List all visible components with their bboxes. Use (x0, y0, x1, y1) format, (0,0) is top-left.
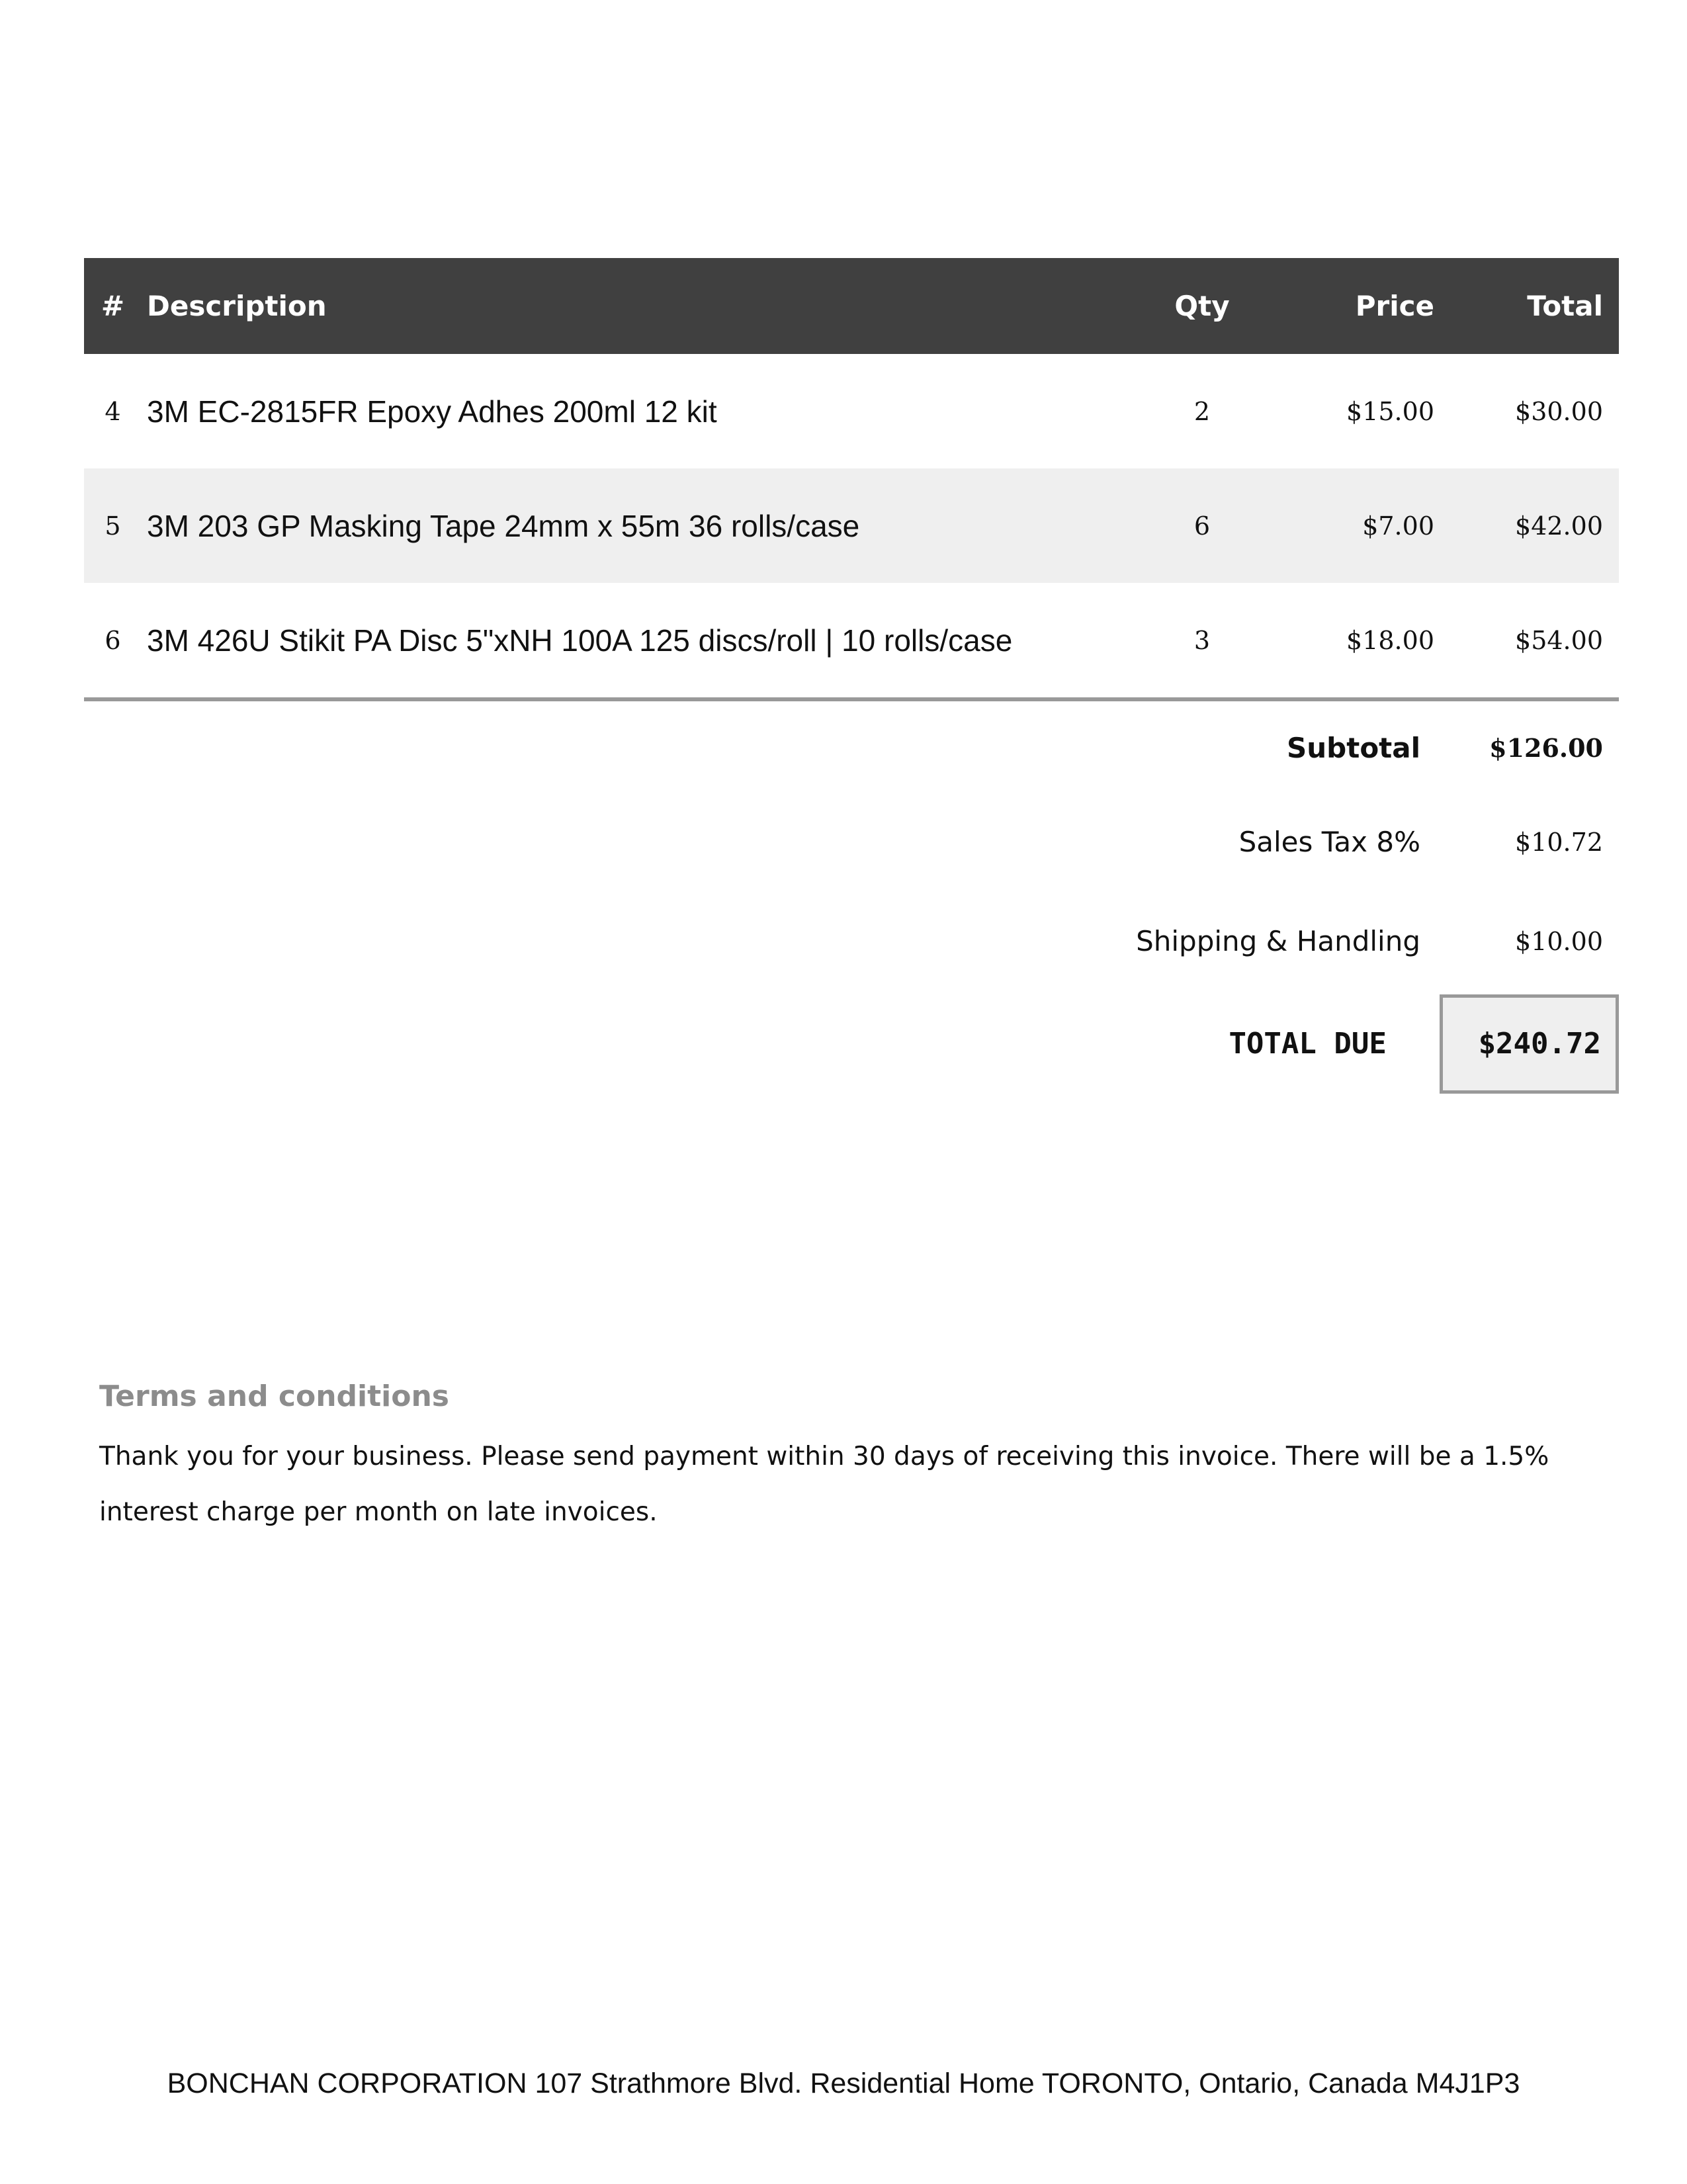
row-qty: 3 (1139, 583, 1265, 701)
row-description: 3M EC-2815FR Epoxy Adhes 200ml 12 kit (147, 394, 717, 429)
row-qty: 2 (1193, 396, 1211, 426)
header-price: Price (1265, 258, 1450, 354)
terms-body: Thank you for your business. Please send… (99, 1442, 1549, 1527)
totals-section: Subtotal $126.00 Sales Tax 8% $10.72 Shi… (957, 701, 1619, 1095)
table-header-row: # Description Qty Price Total (84, 258, 1619, 354)
row-total: $54.00 (1450, 583, 1619, 701)
sales-tax-row: Sales Tax 8% $10.72 (957, 794, 1619, 890)
invoice-page: # Description Qty Price Total 4 3M EC-28… (0, 0, 1687, 2184)
terms-section: Terms and conditions Thank you for your … (99, 1379, 1608, 1540)
row-number: 6 (84, 583, 142, 701)
row-number: 5 (84, 468, 142, 583)
subtotal-value: $126.00 (1489, 732, 1603, 763)
table-row: 4 3M EC-2815FR Epoxy Adhes 200ml 12 kit … (84, 354, 1619, 468)
header-qty: Qty (1139, 258, 1265, 354)
row-price: $7.00 (1265, 468, 1450, 583)
header-number: # (84, 258, 142, 354)
header-description: Description (142, 258, 1139, 354)
sales-tax-label: Sales Tax 8% (1238, 826, 1420, 858)
shipping-value: $10.00 (1515, 926, 1603, 956)
company-address-footer: BONCHAN CORPORATION 107 Strathmore Blvd.… (167, 2068, 1520, 2099)
shipping-label: Shipping & Handling (1136, 925, 1420, 957)
shipping-row: Shipping & Handling $10.00 (957, 890, 1619, 992)
table-body: 4 3M EC-2815FR Epoxy Adhes 200ml 12 kit … (84, 354, 1619, 701)
total-due-value: $240.72 (1439, 994, 1619, 1094)
subtotal-row: Subtotal $126.00 (957, 701, 1619, 794)
row-qty: 6 (1139, 468, 1265, 583)
row-price: $18.00 (1265, 583, 1450, 701)
total-due-label: TOTAL DUE (1229, 1027, 1387, 1061)
line-items-table: # Description Qty Price Total 4 3M EC-28… (84, 258, 1619, 701)
subtotal-label: Subtotal (1287, 731, 1420, 764)
total-due-row: TOTAL DUE $240.72 (957, 992, 1619, 1095)
row-total: $30.00 (1515, 396, 1603, 426)
row-total: $42.00 (1450, 468, 1619, 583)
terms-title: Terms and conditions (99, 1379, 449, 1413)
row-price: $15.00 (1346, 396, 1434, 426)
sales-tax-value: $10.72 (1515, 827, 1603, 857)
row-description: 3M 203 GP Masking Tape 24mm x 55m 36 rol… (142, 468, 1139, 583)
row-number: 4 (105, 396, 121, 426)
table-header: # Description Qty Price Total (84, 258, 1619, 354)
row-description: 3M 426U Stikit PA Disc 5"xNH 100A 125 di… (142, 583, 1139, 701)
table-row: 6 3M 426U Stikit PA Disc 5"xNH 100A 125 … (84, 583, 1619, 701)
table-row: 5 3M 203 GP Masking Tape 24mm x 55m 36 r… (84, 468, 1619, 583)
header-total: Total (1450, 258, 1619, 354)
